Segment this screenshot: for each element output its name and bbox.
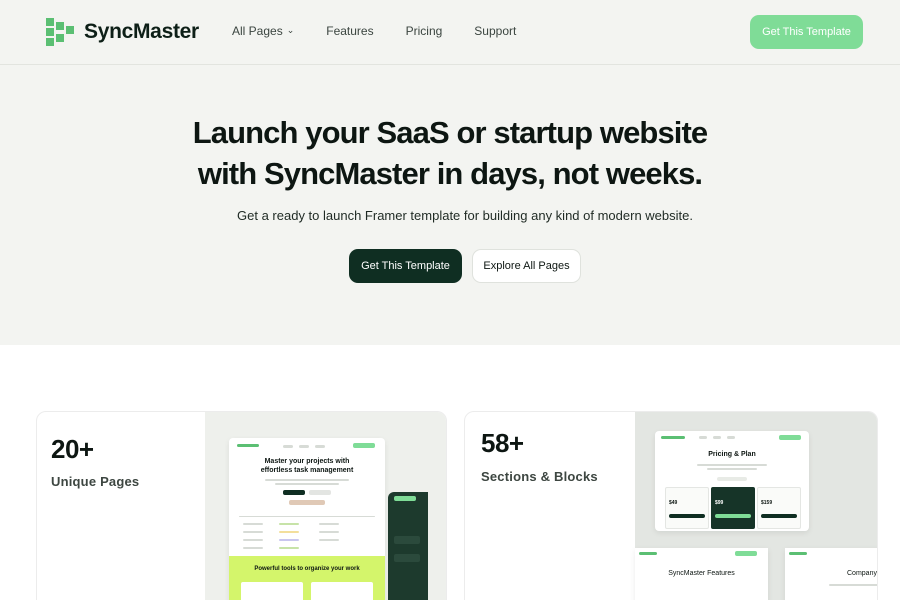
stat-label: Unique Pages xyxy=(51,474,140,489)
preview-pricing-title: Pricing & Plan xyxy=(708,451,756,458)
nav-label: Pricing xyxy=(405,24,443,38)
top-navbar: SyncMaster All Pages ⌄ Features Pricing … xyxy=(0,0,900,65)
preview-page-mockup: Master your projects with effortless tas… xyxy=(229,438,385,600)
preview-features-mockup: SyncMaster Features xyxy=(635,548,768,600)
stat-label: Sections & Blocks xyxy=(481,469,598,484)
nav-get-template-button[interactable]: Get This Template xyxy=(750,15,863,49)
preview-price: $159 xyxy=(761,500,773,506)
hero-title-line-2: with SyncMaster in days, not weeks. xyxy=(197,156,703,191)
brand-name: SyncMaster xyxy=(84,20,199,43)
preview-plan-card: $159 xyxy=(757,487,801,529)
nav-item-all-pages[interactable]: All Pages ⌄ xyxy=(232,24,294,38)
stat-card-sections[interactable]: 58+ Sections & Blocks Pricing & Plan $49… xyxy=(464,411,878,600)
stat-number: 20+ xyxy=(51,434,94,464)
logo-icon xyxy=(46,18,74,46)
preview-dark-panel xyxy=(388,492,428,600)
nav-item-support[interactable]: Support xyxy=(474,24,516,38)
nav-label: Support xyxy=(474,24,517,38)
pages-preview-image: Master your projects with effortless tas… xyxy=(205,412,446,600)
nav-label: Features xyxy=(326,24,374,38)
preview-heading-1: Master your projects with xyxy=(264,458,350,465)
preview-pricing-mockup: Pricing & Plan $49 $99 $159 xyxy=(655,431,809,531)
hero-section xyxy=(0,65,900,345)
preview-heading-2: effortless task management xyxy=(260,467,354,474)
sections-preview-image: Pricing & Plan $49 $99 $159 SyncMaster F… xyxy=(635,412,877,600)
preview-company-title: Company xyxy=(847,570,877,577)
preview-plan-card: $99 xyxy=(711,487,755,529)
main-nav: All Pages ⌄ Features Pricing Support xyxy=(232,24,548,38)
preview-price: $49 xyxy=(669,500,678,506)
preview-plan-card: $49 xyxy=(665,487,709,529)
nav-item-features[interactable]: Features xyxy=(326,24,373,38)
hero-get-template-button[interactable]: Get This Template xyxy=(349,249,462,283)
hero-title: Launch your SaaS or startup website with… xyxy=(0,112,900,194)
stat-number: 58+ xyxy=(481,428,524,458)
preview-panel-text: Powerful tools to organize your work xyxy=(254,566,360,572)
nav-item-pricing[interactable]: Pricing xyxy=(406,24,443,38)
preview-company-mockup: Company xyxy=(785,548,877,600)
chevron-down-icon: ⌄ xyxy=(286,24,295,35)
hero-explore-pages-button[interactable]: Explore All Pages xyxy=(472,249,581,283)
hero-title-line-1: Launch your SaaS or startup website xyxy=(192,115,708,150)
brand-logo[interactable]: SyncMaster xyxy=(46,18,199,46)
nav-label: All Pages xyxy=(232,24,283,38)
preview-lime-panel: Powerful tools to organize your work xyxy=(229,556,385,600)
hero-subtitle: Get a ready to launch Framer template fo… xyxy=(237,208,693,223)
preview-features-title: SyncMaster Features xyxy=(668,570,735,577)
stat-card-pages[interactable]: 20+ Unique Pages Master your projects wi… xyxy=(36,411,447,600)
preview-price: $99 xyxy=(715,500,724,506)
